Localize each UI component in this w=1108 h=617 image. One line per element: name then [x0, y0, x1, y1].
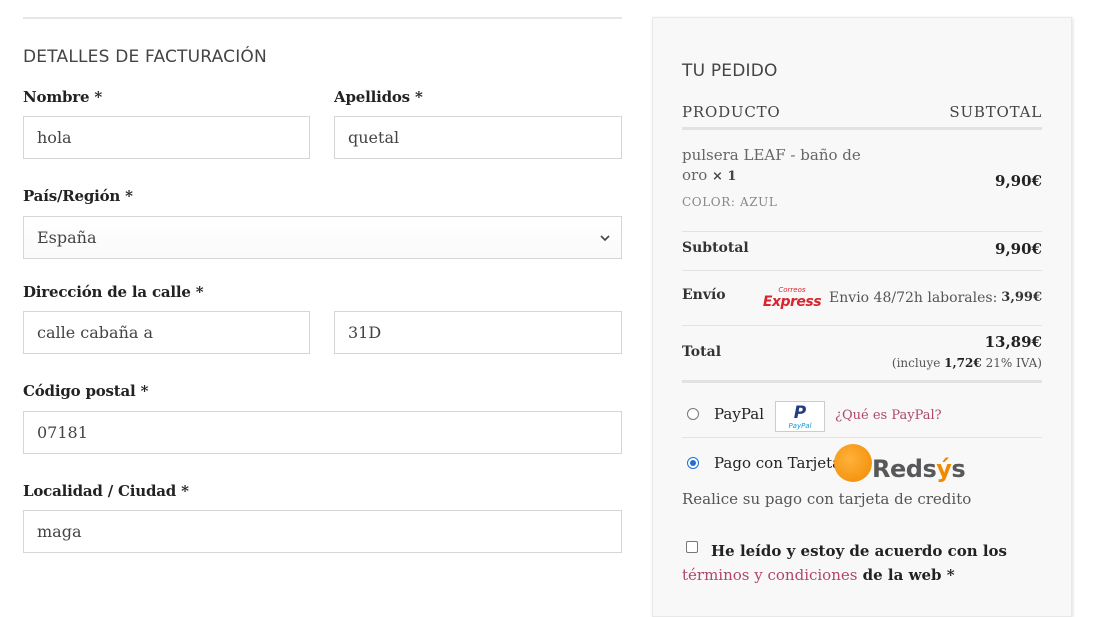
paypal-label[interactable]: PayPal	[714, 405, 764, 423]
header-divider	[682, 127, 1042, 130]
street-label: Dirección de la calle *	[23, 283, 204, 301]
product-attribute: COLOR: AZUL	[682, 195, 778, 209]
order-title: TU PEDIDO	[682, 61, 778, 81]
last-name-label: Apellidos *	[334, 88, 423, 106]
terms-label: He leído y estoy de acuerdo con los térm…	[682, 542, 1007, 584]
total-divider	[682, 380, 1042, 383]
country-select[interactable]: España	[23, 216, 622, 259]
subtotal-value: 9,90€	[995, 240, 1042, 258]
correos-express-logo: Correos Express	[762, 286, 822, 310]
total-label: Total	[682, 344, 722, 360]
divider	[682, 270, 1042, 271]
redsys-logo: Redsýs	[834, 443, 966, 487]
card-radio[interactable]	[687, 457, 699, 469]
postcode-label: Código postal *	[23, 382, 149, 400]
card-label[interactable]: Pago con Tarjeta	[714, 454, 841, 472]
paypal-radio[interactable]	[687, 408, 699, 420]
shipping-label: Envío	[682, 287, 726, 303]
subtotal-label: Subtotal	[682, 240, 749, 256]
country-label: País/Región *	[23, 187, 133, 205]
street-field[interactable]: calle cabaña a	[23, 311, 310, 354]
first-name-field[interactable]: hola	[23, 116, 310, 159]
what-is-paypal-link[interactable]: ¿Qué es PayPal?	[835, 408, 942, 423]
product-price: 9,90€	[995, 172, 1042, 190]
chevron-down-icon	[600, 235, 610, 242]
tax-note: (incluye 1,72€ 21% IVA)	[891, 356, 1042, 370]
total-value: 13,89€	[984, 333, 1042, 351]
product-name: pulsera LEAF - baño de oro × 1	[682, 146, 861, 184]
billing-title: DETALLES DE FACTURACIÓN	[23, 47, 267, 67]
city-field[interactable]: maga	[23, 510, 622, 553]
shipping-text: Envio 48/72h laborales:	[829, 289, 998, 306]
city-label: Localidad / Ciudad *	[23, 482, 189, 500]
top-divider	[23, 17, 622, 19]
redsys-sun-icon	[834, 444, 872, 482]
last-name-field[interactable]: quetal	[334, 116, 622, 159]
subtotal-column-header: SUBTOTAL	[949, 103, 1042, 121]
product-quantity: × 1	[712, 169, 737, 184]
first-name-label: Nombre *	[23, 88, 103, 106]
divider	[682, 325, 1042, 326]
country-value: España	[37, 228, 97, 247]
paypal-logo: P PayPal	[775, 401, 825, 432]
shipping-method: Correos Express Envio 48/72h laborales: …	[763, 286, 1042, 309]
shipping-price: 3,99€	[1001, 290, 1042, 305]
divider	[682, 231, 1042, 232]
street-number-field[interactable]: 31D	[334, 311, 622, 354]
divider	[682, 437, 1042, 438]
terms-link[interactable]: términos y condiciones	[682, 566, 857, 584]
product-column-header: PRODUCTO	[682, 103, 781, 121]
postcode-field[interactable]: 07181	[23, 411, 622, 454]
card-description: Realice su pago con tarjeta de credito	[682, 490, 972, 508]
